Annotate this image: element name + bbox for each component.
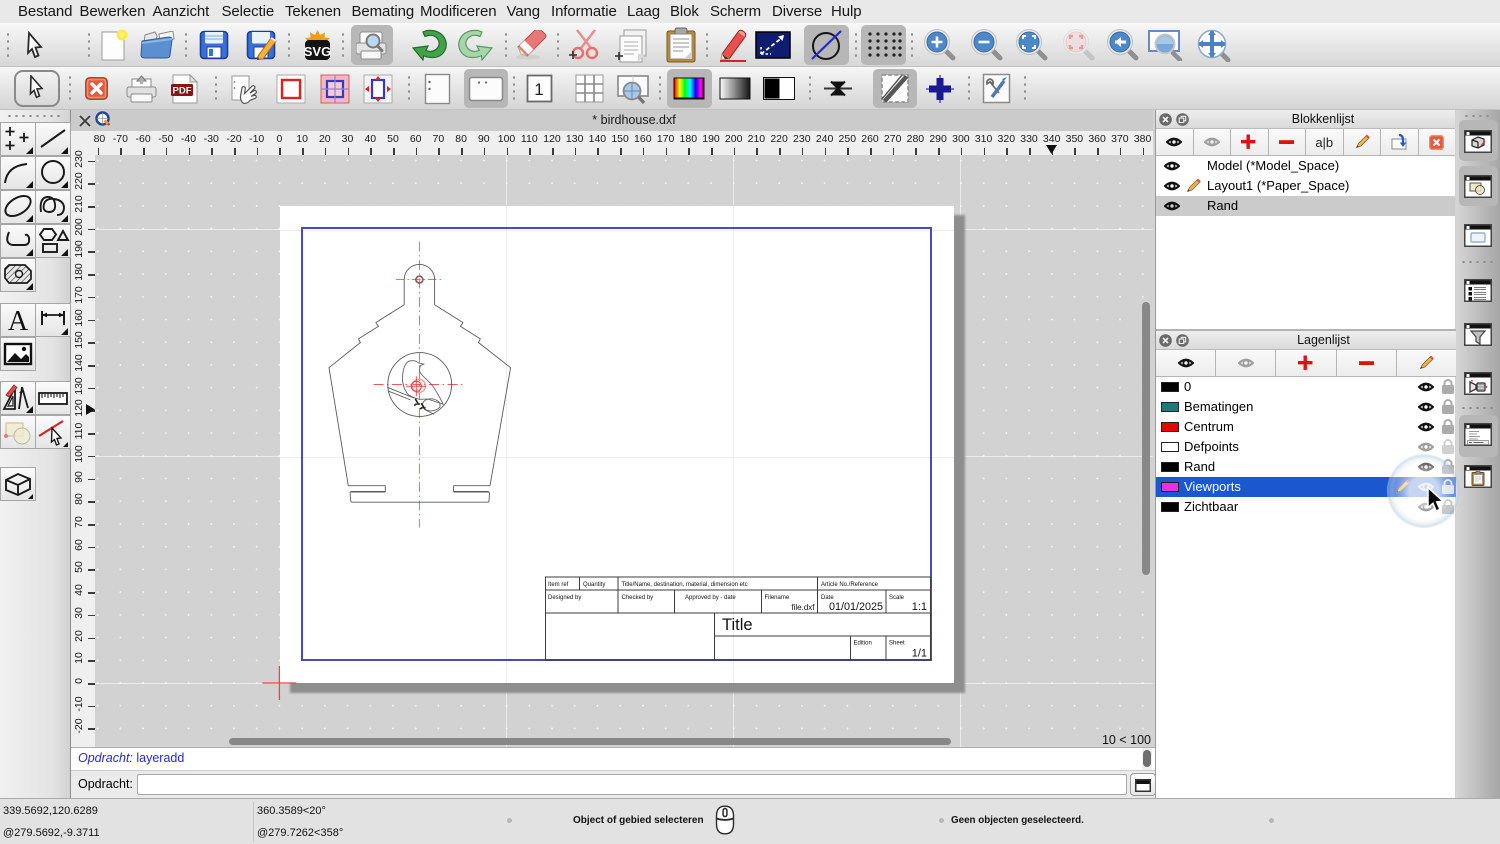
svg-text:file.dxf: file.dxf bbox=[791, 603, 815, 612]
svg-text:Quantity: Quantity bbox=[583, 582, 605, 588]
svg-text:PDF: PDF bbox=[173, 86, 192, 97]
svg-text:Checked by: Checked by bbox=[622, 595, 654, 601]
svg-text:Edition: Edition bbox=[854, 641, 872, 647]
svg-text:Title: Title bbox=[722, 616, 753, 634]
svg-text:Designed by: Designed by bbox=[548, 595, 581, 601]
svg-text:Title/Name, destination, mater: Title/Name, destination, material, dimen… bbox=[622, 582, 748, 588]
svg-text:Approved by - date: Approved by - date bbox=[685, 595, 736, 601]
svg-text:Filename: Filename bbox=[765, 595, 790, 601]
svg-text:A: A bbox=[8, 306, 29, 337]
svg-text:1/1: 1/1 bbox=[912, 648, 927, 660]
svg-text:SVG: SVG bbox=[304, 44, 331, 59]
svg-text:1: 1 bbox=[534, 80, 543, 99]
svg-text:Sheet: Sheet bbox=[889, 641, 905, 647]
svg-text:Scale: Scale bbox=[889, 595, 905, 601]
svg-text:01/01/2025: 01/01/2025 bbox=[829, 601, 883, 613]
svg-text:Item ref: Item ref bbox=[548, 582, 569, 588]
svg-text:1:1: 1:1 bbox=[912, 601, 927, 613]
svg-text:Article No./Reference: Article No./Reference bbox=[821, 582, 879, 588]
